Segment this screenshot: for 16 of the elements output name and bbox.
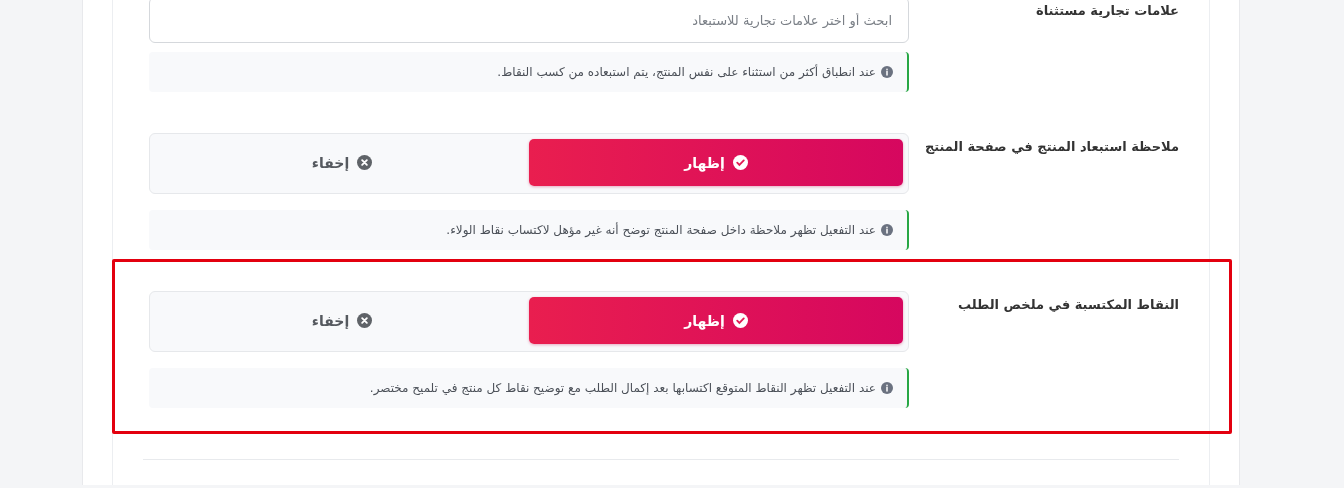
setting-label: علامات تجارية مستثناة — [1035, 2, 1179, 20]
toggle-option[interactable]: إخفاء — [155, 297, 529, 344]
hint-text: عند التفعيل تظهر ملاحظة داخل صفحة المنتج توضح أنه غير مؤهل لاكتساب نقاط الولاء. — [446, 223, 876, 237]
toggle-option[interactable]: إخفاء — [155, 139, 529, 186]
hint-text: عند انطباق أكثر من استثناء على نفس المنتج، يتم استبعاده من كسب النقاط. — [497, 65, 876, 79]
check-circle-icon — [732, 155, 748, 170]
info-icon — [881, 66, 893, 78]
close-circle-icon — [357, 313, 373, 328]
close-circle-icon — [357, 155, 373, 170]
check-circle-icon — [732, 313, 748, 328]
toggle-option[interactable]: إظهار — [529, 139, 903, 186]
info-icon — [881, 224, 893, 236]
info-icon — [881, 382, 893, 394]
hint-text: عند التفعيل تظهر النقاط المتوقع اكتسابها بعد إكمال الطلب مع توضيح نقاط كل منتج في تلميح مختصر. — [369, 381, 876, 395]
setting-label: النقاط المكتسبة في ملخص الطلب — [956, 296, 1179, 314]
toggle-option[interactable]: إظهار — [529, 297, 903, 344]
